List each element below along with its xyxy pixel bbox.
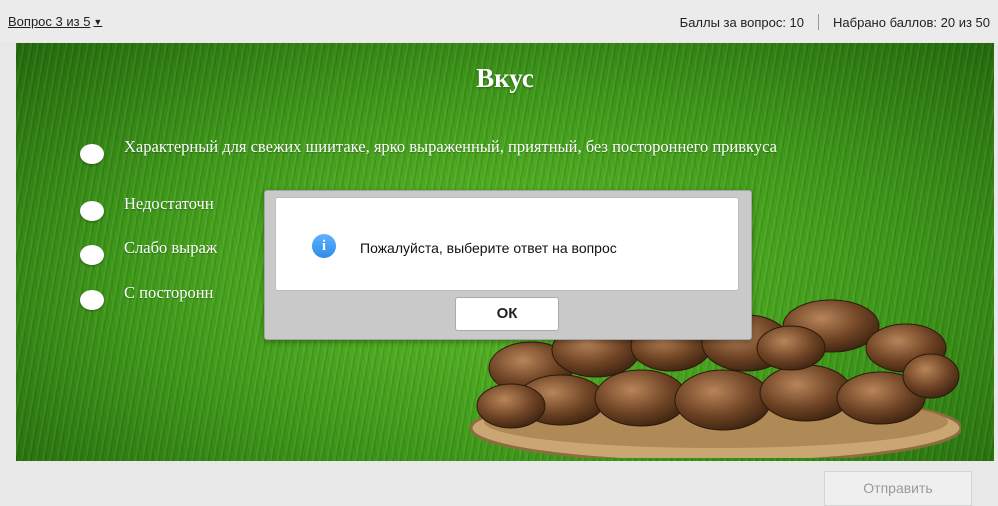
submit-button[interactable]: Отправить (824, 471, 972, 506)
radio-button[interactable] (80, 290, 104, 310)
points-total: Набрано баллов: 20 из 50 (833, 14, 990, 30)
answer-option[interactable]: Характерный для свежих шиитаке, ярко выр… (80, 138, 844, 164)
alert-message: Пожалуйста, выберите ответ на вопрос (360, 240, 617, 256)
alert-dialog: i Пожалуйста, выберите ответ на вопрос О… (264, 190, 752, 340)
alert-message-panel: i Пожалуйста, выберите ответ на вопрос (275, 197, 739, 291)
info-icon: i (312, 234, 336, 258)
caret-down-icon: ▼ (93, 16, 103, 27)
top-bar: Вопрос 3 из 5 ▼ Баллы за вопрос: 10 Набр… (0, 0, 998, 42)
question-navigator-dropdown[interactable]: Вопрос 3 из 5 ▼ (8, 14, 102, 29)
radio-button[interactable] (80, 201, 104, 221)
answer-option-label: Характерный для свежих шиитаке, ярко выр… (124, 137, 777, 156)
question-nav-label: Вопрос 3 из 5 (8, 14, 91, 29)
score-panel: Баллы за вопрос: 10 Набрано баллов: 20 и… (680, 14, 990, 30)
question-title: Вкус (476, 63, 534, 93)
radio-button[interactable] (80, 245, 104, 265)
points-per-question: Баллы за вопрос: 10 (679, 14, 805, 30)
radio-button[interactable] (80, 144, 104, 164)
divider (818, 14, 820, 30)
ok-button[interactable]: ОК (455, 297, 559, 331)
